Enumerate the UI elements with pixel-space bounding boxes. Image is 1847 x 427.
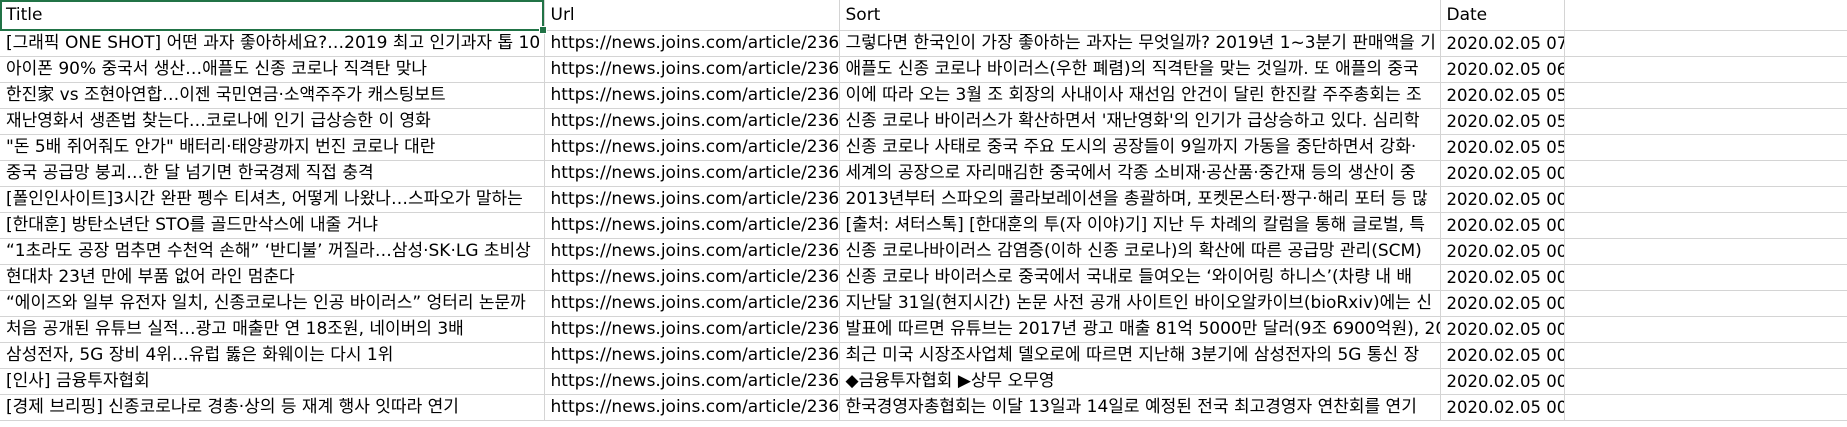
- cell-url[interactable]: https://news.joins.com/article/23697982: [544, 316, 840, 343]
- header-cell-title[interactable]: Title: [0, 0, 545, 31]
- cell-sort[interactable]: ◆금융투자협회 ▶상무 오무영: [839, 368, 1441, 395]
- empty-cell[interactable]: [1564, 108, 1847, 135]
- cell-title[interactable]: 아이폰 90% 중국서 생산…애플도 신종 코로나 직격탄 맞나: [0, 56, 545, 83]
- table-row: 재난영화서 생존법 찾는다…코로나에 인기 급상승한 이 영화 https://n…: [0, 108, 1847, 135]
- cell-url[interactable]: https://news.joins.com/article/23697981: [544, 342, 840, 369]
- cell-url[interactable]: https://news.joins.com/article/23698062: [544, 108, 840, 135]
- header-cell-date[interactable]: Date: [1440, 0, 1565, 31]
- cell-url[interactable]: https://news.joins.com/article/23698015: [544, 264, 840, 291]
- cell-title[interactable]: [경제 브리핑] 신종코로나로 경총·상의 등 재계 행사 잇따라 연기: [0, 394, 545, 421]
- table-row: 아이폰 90% 중국서 생산…애플도 신종 코로나 직격탄 맞나 https://…: [0, 56, 1847, 83]
- cell-sort[interactable]: 그렇다면 한국인이 가장 좋아하는 과자는 무엇일까? 2019년 1~3분기 …: [839, 30, 1441, 57]
- cell-sort[interactable]: 신종 코로나 바이러스로 중국에서 국내로 들여오는 ‘와이어링 하니스’(차량…: [839, 264, 1441, 291]
- cell-title[interactable]: “에이즈와 일부 유전자 일치, 신종코로나는 인공 바이러스” 엉터리 논문까: [0, 290, 545, 317]
- empty-cell[interactable]: [1564, 0, 1847, 31]
- table-row: "돈 5배 쥐어줘도 안가" 배터리·태양광까지 번진 코로나 대란 https:…: [0, 134, 1847, 161]
- cell-date[interactable]: 2020.02.05 05:00: [1440, 82, 1565, 109]
- cell-date[interactable]: 2020.02.05 00:04: [1440, 238, 1565, 265]
- cell-title[interactable]: 현대차 23년 만에 부품 없어 라인 멈춘다: [0, 264, 545, 291]
- cell-title[interactable]: [폴인인사이트]3시간 완판 펭수 티셔츠, 어떻게 나왔나…스파오가 말하는: [0, 186, 545, 213]
- cell-date[interactable]: 2020.02.05 05:00: [1440, 108, 1565, 135]
- cell-date[interactable]: 2020.02.05 00:04: [1440, 290, 1565, 317]
- cell-sort[interactable]: 지난달 31일(현지시간) 논문 사전 공개 사이트인 바이오알카이브(bioR…: [839, 290, 1441, 317]
- table-row: 현대차 23년 만에 부품 없어 라인 멈춘다 https://news.join…: [0, 264, 1847, 291]
- empty-cell[interactable]: [1564, 368, 1847, 395]
- cell-url[interactable]: https://news.joins.com/article/23698020: [544, 212, 840, 239]
- table-row: 중국 공급망 붕괴…한 달 넘기면 한국경제 직접 충격 https://news…: [0, 160, 1847, 187]
- cell-sort[interactable]: 최근 미국 시장조사업체 델오로에 따르면 지난해 3분기에 삼성전자의 5G …: [839, 342, 1441, 369]
- table-row: 한진家 vs 조현아연합…이젠 국민연금·소액주주가 캐스팅보트 https://…: [0, 82, 1847, 109]
- cell-date[interactable]: 2020.02.05 00:02: [1440, 394, 1565, 421]
- cell-date[interactable]: 2020.02.05 00:02: [1440, 316, 1565, 343]
- empty-cell[interactable]: [1564, 238, 1847, 265]
- table-row: [폴인인사이트]3시간 완판 펭수 티셔츠, 어떻게 나왔나…스파오가 말하는 h…: [0, 186, 1847, 213]
- cell-date[interactable]: 2020.02.05 00:04: [1440, 264, 1565, 291]
- cell-sort[interactable]: 신종 코로나바이러스 감염증(이하 신종 코로나)의 확산에 따른 공급망 관리…: [839, 238, 1441, 265]
- empty-cell[interactable]: [1564, 394, 1847, 421]
- empty-cell[interactable]: [1564, 212, 1847, 239]
- cell-title[interactable]: 한진家 vs 조현아연합…이젠 국민연금·소액주주가 캐스팅보트: [0, 82, 545, 109]
- cell-title[interactable]: 중국 공급망 붕괴…한 달 넘기면 한국경제 직접 충격: [0, 160, 545, 187]
- cell-url[interactable]: https://news.joins.com/article/23698073: [544, 56, 840, 83]
- empty-cell[interactable]: [1564, 186, 1847, 213]
- empty-cell[interactable]: [1564, 316, 1847, 343]
- cell-date[interactable]: 2020.02.05 06:00: [1440, 56, 1565, 83]
- cell-url[interactable]: https://news.joins.com/article/23698051: [544, 82, 840, 109]
- cell-date[interactable]: 2020.02.05 00:10: [1440, 186, 1565, 213]
- cell-date[interactable]: 2020.02.05 00:02: [1440, 368, 1565, 395]
- cell-url[interactable]: https://news.joins.com/article/23698085: [544, 30, 840, 57]
- cell-date[interactable]: 2020.02.05 00:11: [1440, 160, 1565, 187]
- table-row: 삼성전자, 5G 장비 4위…유럽 뚫은 화웨이는 다시 1위 https://n…: [0, 342, 1847, 369]
- cell-sort[interactable]: 2013년부터 스파오의 콜라보레이션을 총괄하며, 포켓몬스터·짱구·해리 포…: [839, 186, 1441, 213]
- cell-date[interactable]: 2020.02.05 05:00: [1440, 134, 1565, 161]
- cell-url[interactable]: https://news.joins.com/article/23698023: [544, 160, 840, 187]
- cell-sort[interactable]: 신종 코로나 사태로 중국 주요 도시의 공장들이 9일까지 가동을 중단하면서…: [839, 134, 1441, 161]
- cell-url[interactable]: https://news.joins.com/article/23698022: [544, 186, 840, 213]
- empty-cell[interactable]: [1564, 82, 1847, 109]
- data-grid: Title Url Sort Date [그래픽 ONE SHOT] 어떤 과자…: [0, 0, 1847, 421]
- cell-title[interactable]: “1초라도 공장 멈추면 수천억 손해” ‘반디불’ 꺼질라…삼성·SK·LG …: [0, 238, 545, 265]
- table-row: 처음 공개된 유튜브 실적…광고 매출만 연 18조원, 네이버의 3배 http…: [0, 316, 1847, 343]
- spreadsheet: Title Url Sort Date [그래픽 ONE SHOT] 어떤 과자…: [0, 0, 1847, 427]
- empty-cell[interactable]: [1564, 56, 1847, 83]
- cell-date[interactable]: 2020.02.05 00:02: [1440, 342, 1565, 369]
- empty-cell[interactable]: [1564, 342, 1847, 369]
- empty-cell[interactable]: [1564, 134, 1847, 161]
- table-row: [그래픽 ONE SHOT] 어떤 과자 좋아하세요?…2019 최고 인기과자…: [0, 30, 1847, 57]
- header-cell-url[interactable]: Url: [544, 0, 840, 31]
- cell-sort[interactable]: 한국경영자총협회는 이달 13일과 14일로 예정된 전국 최고경영자 연찬회를…: [839, 394, 1441, 421]
- cell-title[interactable]: [그래픽 ONE SHOT] 어떤 과자 좋아하세요?…2019 최고 인기과자…: [0, 30, 545, 57]
- cell-title[interactable]: 처음 공개된 유튜브 실적…광고 매출만 연 18조원, 네이버의 3배: [0, 316, 545, 343]
- cell-sort[interactable]: [출처: 셔터스톡] [한대훈의 투(자 이야)기] 지난 두 차례의 칼럼을 …: [839, 212, 1441, 239]
- table-row: “에이즈와 일부 유전자 일치, 신종코로나는 인공 바이러스” 엉터리 논문까…: [0, 290, 1847, 317]
- cell-date[interactable]: 2020.02.05 07:00: [1440, 30, 1565, 57]
- cell-sort[interactable]: 이에 따라 오는 3월 조 회장의 사내이사 재선임 안건이 달린 한진칼 주주…: [839, 82, 1441, 109]
- cell-title[interactable]: "돈 5배 쥐어줘도 안가" 배터리·태양광까지 번진 코로나 대란: [0, 134, 545, 161]
- cell-title[interactable]: [한대훈] 방탄소년단 STO를 골드만삭스에 내줄 거냐: [0, 212, 545, 239]
- header-cell-sort[interactable]: Sort: [839, 0, 1441, 31]
- cell-url[interactable]: https://news.joins.com/article/23697979: [544, 394, 840, 421]
- cell-sort[interactable]: 애플도 신종 코로나 바이러스(우한 폐렴)의 직격탄을 맞는 것일까. 또 애…: [839, 56, 1441, 83]
- empty-cell[interactable]: [1564, 30, 1847, 57]
- empty-cell[interactable]: [1564, 160, 1847, 187]
- empty-cell[interactable]: [1564, 264, 1847, 291]
- header-row: Title Url Sort Date: [0, 0, 1847, 31]
- cell-date[interactable]: 2020.02.05 00:04: [1440, 212, 1565, 239]
- cell-url[interactable]: https://news.joins.com/article/23698017: [544, 238, 840, 265]
- table-row: [한대훈] 방탄소년단 STO를 골드만삭스에 내줄 거냐 https://new…: [0, 212, 1847, 239]
- table-row: “1초라도 공장 멈추면 수천억 손해” ‘반디불’ 꺼질라…삼성·SK·LG …: [0, 238, 1847, 265]
- cell-title[interactable]: [인사] 금융투자협회: [0, 368, 545, 395]
- cell-sort[interactable]: 발표에 따르면 유튜브는 2017년 광고 매출 81억 5000만 달러(9조…: [839, 316, 1441, 343]
- cell-url[interactable]: https://news.joins.com/article/23697980: [544, 368, 840, 395]
- table-row: [인사] 금융투자협회 https://news.joins.com/articl…: [0, 368, 1847, 395]
- cell-sort[interactable]: 신종 코로나 바이러스가 확산하면서 '재난영화'의 인기가 급상승하고 있다.…: [839, 108, 1441, 135]
- table-row: [경제 브리핑] 신종코로나로 경총·상의 등 재계 행사 잇따라 연기 http…: [0, 394, 1847, 421]
- cell-title[interactable]: 재난영화서 생존법 찾는다…코로나에 인기 급상승한 이 영화: [0, 108, 545, 135]
- cell-url[interactable]: https://news.joins.com/article/23698057: [544, 134, 840, 161]
- cell-title[interactable]: 삼성전자, 5G 장비 4위…유럽 뚫은 화웨이는 다시 1위: [0, 342, 545, 369]
- cell-url[interactable]: https://news.joins.com/article/23698011: [544, 290, 840, 317]
- fill-handle[interactable]: [539, 25, 547, 34]
- empty-cell[interactable]: [1564, 290, 1847, 317]
- cell-sort[interactable]: 세계의 공장으로 자리매김한 중국에서 각종 소비재·공산품·중간재 등의 생산…: [839, 160, 1441, 187]
